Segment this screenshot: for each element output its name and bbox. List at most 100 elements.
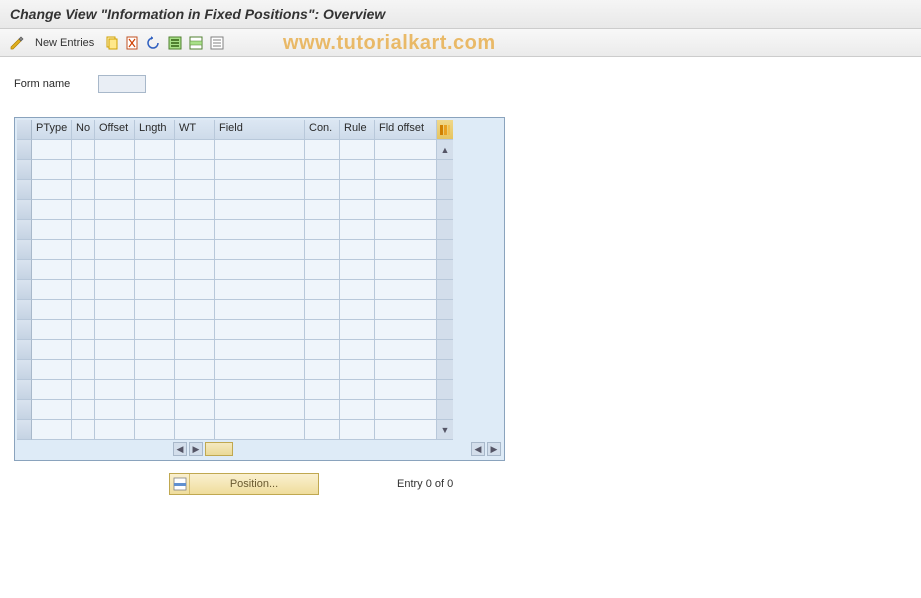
cell[interactable] xyxy=(95,380,135,400)
row-selector[interactable] xyxy=(17,240,32,260)
row-selector[interactable] xyxy=(17,200,32,220)
cell[interactable] xyxy=(340,400,375,420)
scroll-track[interactable] xyxy=(437,300,453,320)
scroll-right-icon[interactable]: ▶ xyxy=(189,442,203,456)
cell[interactable] xyxy=(95,320,135,340)
cell[interactable] xyxy=(32,180,72,200)
undo-change-icon[interactable] xyxy=(145,34,163,52)
new-entries-button[interactable]: New Entries xyxy=(35,37,94,49)
cell[interactable] xyxy=(340,420,375,440)
cell[interactable] xyxy=(305,360,340,380)
scroll-left-icon[interactable]: ◀ xyxy=(173,442,187,456)
cell[interactable] xyxy=(135,180,175,200)
deselect-all-icon[interactable] xyxy=(208,34,226,52)
scroll-thumb[interactable] xyxy=(205,442,233,456)
cell[interactable] xyxy=(175,360,215,380)
cell[interactable] xyxy=(340,200,375,220)
cell[interactable] xyxy=(32,240,72,260)
col-header-fldoffset[interactable]: Fld offset xyxy=(375,120,437,140)
cell[interactable] xyxy=(375,200,437,220)
cell[interactable] xyxy=(95,300,135,320)
cell[interactable] xyxy=(95,140,135,160)
cell[interactable] xyxy=(175,420,215,440)
row-selector[interactable] xyxy=(17,180,32,200)
cell[interactable] xyxy=(72,220,95,240)
cell[interactable] xyxy=(375,320,437,340)
cell[interactable] xyxy=(135,360,175,380)
cell[interactable] xyxy=(32,360,72,380)
row-selector[interactable] xyxy=(17,340,32,360)
cell[interactable] xyxy=(340,380,375,400)
cell[interactable] xyxy=(305,160,340,180)
row-selector[interactable] xyxy=(17,160,32,180)
cell[interactable] xyxy=(32,260,72,280)
scroll-track[interactable] xyxy=(437,160,453,180)
cell[interactable] xyxy=(95,260,135,280)
cell[interactable] xyxy=(305,200,340,220)
cell[interactable] xyxy=(340,340,375,360)
scroll-left-end-icon[interactable]: ◀ xyxy=(471,442,485,456)
cell[interactable] xyxy=(215,240,305,260)
cell[interactable] xyxy=(175,320,215,340)
cell[interactable] xyxy=(215,260,305,280)
cell[interactable] xyxy=(340,180,375,200)
row-selector[interactable] xyxy=(17,300,32,320)
cell[interactable] xyxy=(135,420,175,440)
cell[interactable] xyxy=(375,280,437,300)
cell[interactable] xyxy=(135,380,175,400)
cell[interactable] xyxy=(175,280,215,300)
col-header-field[interactable]: Field xyxy=(215,120,305,140)
cell[interactable] xyxy=(375,380,437,400)
cell[interactable] xyxy=(72,140,95,160)
cell[interactable] xyxy=(72,240,95,260)
cell[interactable] xyxy=(175,260,215,280)
cell[interactable] xyxy=(135,260,175,280)
col-header-rule[interactable]: Rule xyxy=(340,120,375,140)
cell[interactable] xyxy=(175,300,215,320)
cell[interactable] xyxy=(135,400,175,420)
cell[interactable] xyxy=(72,380,95,400)
cell[interactable] xyxy=(95,360,135,380)
cell[interactable] xyxy=(375,160,437,180)
cell[interactable] xyxy=(175,340,215,360)
configure-columns-icon[interactable] xyxy=(437,120,453,140)
cell[interactable] xyxy=(135,320,175,340)
cell[interactable] xyxy=(375,300,437,320)
cell[interactable] xyxy=(175,200,215,220)
delete-icon[interactable] xyxy=(124,34,142,52)
cell[interactable] xyxy=(375,360,437,380)
cell[interactable] xyxy=(175,140,215,160)
cell[interactable] xyxy=(32,380,72,400)
row-selector[interactable] xyxy=(17,420,32,440)
cell[interactable] xyxy=(375,420,437,440)
cell[interactable] xyxy=(32,420,72,440)
cell[interactable] xyxy=(72,160,95,180)
cell[interactable] xyxy=(375,340,437,360)
cell[interactable] xyxy=(305,280,340,300)
cell[interactable] xyxy=(72,320,95,340)
row-selector[interactable] xyxy=(17,260,32,280)
cell[interactable] xyxy=(72,360,95,380)
cell[interactable] xyxy=(375,240,437,260)
cell[interactable] xyxy=(95,180,135,200)
col-header-wt[interactable]: WT xyxy=(175,120,215,140)
scroll-down-icon[interactable]: ▼ xyxy=(437,420,453,440)
cell[interactable] xyxy=(340,260,375,280)
cell[interactable] xyxy=(305,300,340,320)
scroll-track[interactable] xyxy=(437,200,453,220)
cell[interactable] xyxy=(95,420,135,440)
cell[interactable] xyxy=(32,400,72,420)
cell[interactable] xyxy=(135,140,175,160)
row-selector[interactable] xyxy=(17,140,32,160)
cell[interactable] xyxy=(175,180,215,200)
cell[interactable] xyxy=(305,140,340,160)
cell[interactable] xyxy=(72,420,95,440)
scroll-track[interactable] xyxy=(437,280,453,300)
cell[interactable] xyxy=(215,300,305,320)
cell[interactable] xyxy=(95,340,135,360)
cell[interactable] xyxy=(72,260,95,280)
cell[interactable] xyxy=(95,220,135,240)
select-block-icon[interactable] xyxy=(187,34,205,52)
row-selector[interactable] xyxy=(17,280,32,300)
cell[interactable] xyxy=(340,140,375,160)
